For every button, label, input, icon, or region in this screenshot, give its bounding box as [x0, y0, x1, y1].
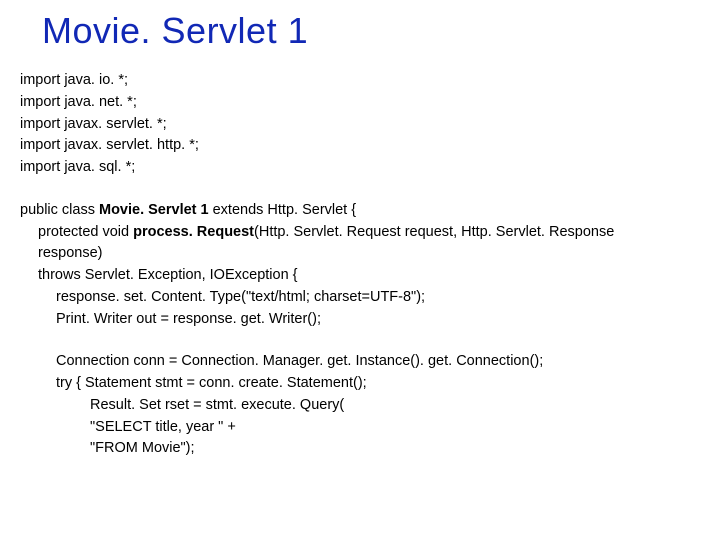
method-name: process. Request: [133, 224, 254, 240]
code-line: response): [20, 243, 700, 265]
import-line: import java. io. *;: [20, 70, 700, 92]
code-line: Connection conn = Connection. Manager. g…: [20, 351, 700, 373]
blank-line: [20, 330, 700, 351]
class-declaration: public class Movie. Servlet 1 extends Ht…: [20, 200, 700, 222]
code-line: try { Statement stmt = conn. create. Sta…: [20, 373, 700, 395]
import-line: import java. net. *;: [20, 92, 700, 114]
class-pre: public class: [20, 202, 99, 218]
class-post: extends Http. Servlet {: [209, 202, 357, 218]
class-name: Movie. Servlet 1: [99, 202, 209, 218]
code-line: throws Servlet. Exception, IOException {: [20, 265, 700, 287]
slide-title: Movie. Servlet 1: [42, 10, 700, 52]
method-declaration: protected void process. Request(Http. Se…: [20, 222, 700, 244]
code-line: "FROM Movie");: [20, 438, 700, 460]
method-pre: protected void: [38, 224, 133, 240]
code-line: response. set. Content. Type("text/html;…: [20, 287, 700, 309]
slide-container: Movie. Servlet 1 import java. io. *; imp…: [0, 0, 720, 540]
import-line: import java. sql. *;: [20, 157, 700, 179]
code-block: import java. io. *; import java. net. *;…: [20, 70, 700, 460]
code-line: Result. Set rset = stmt. execute. Query(: [20, 395, 700, 417]
import-line: import javax. servlet. http. *;: [20, 135, 700, 157]
method-post: (Http. Servlet. Request request, Http. S…: [254, 224, 614, 240]
blank-line: [20, 179, 700, 200]
import-line: import javax. servlet. *;: [20, 114, 700, 136]
code-line: "SELECT title, year " +: [20, 417, 700, 439]
code-line: Print. Writer out = response. get. Write…: [20, 309, 700, 331]
